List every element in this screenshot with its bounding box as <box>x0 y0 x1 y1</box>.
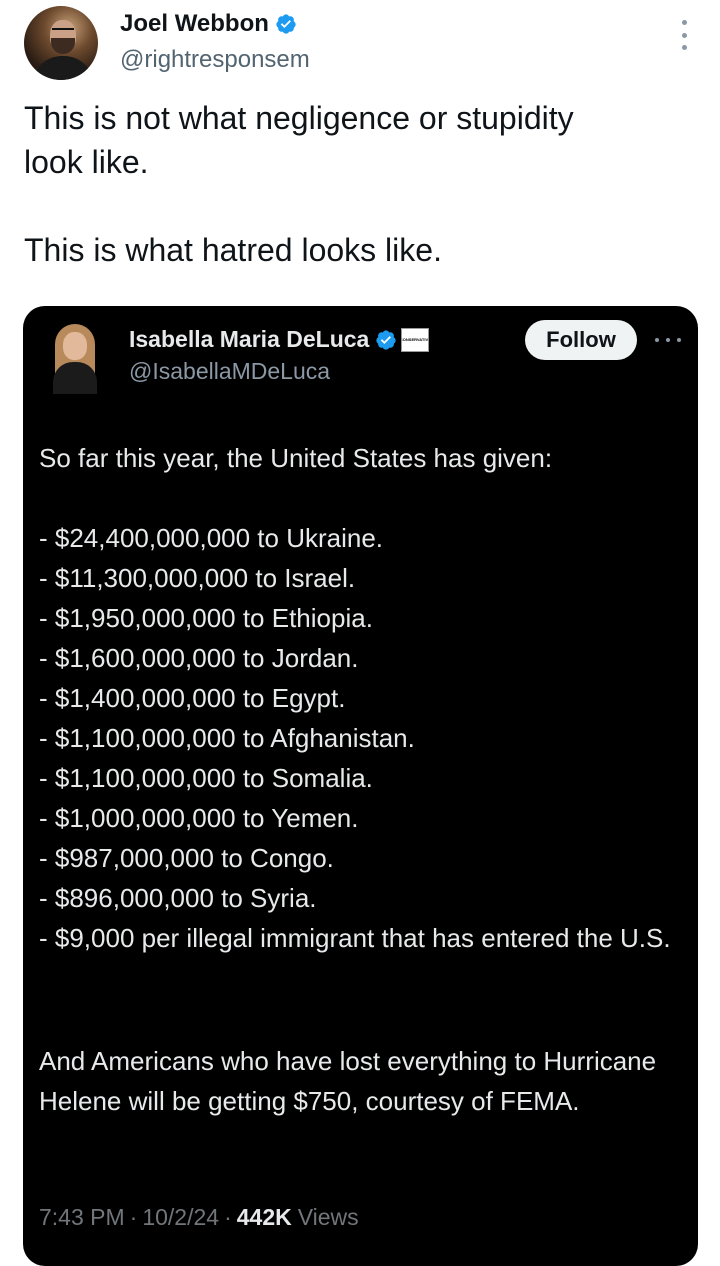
embedded-author-handle[interactable]: @IsabellaMDeLuca <box>129 358 330 385</box>
tweet-header: Joel Webbon @rightresponsem <box>24 6 696 86</box>
list-item: - $1,000,000,000 to Yemen. <box>39 803 359 833</box>
list-item: - $24,400,000,000 to Ukraine. <box>39 523 384 553</box>
verified-badge-icon <box>276 14 296 34</box>
verified-badge-icon <box>376 329 396 350</box>
meta-separator: · <box>129 1204 138 1230</box>
list-item: - $1,950,000,000 to Ethiopia. <box>39 603 373 633</box>
list-item: - $9,000 per illegal immigrant that has … <box>39 923 671 953</box>
post-time[interactable]: 7:43 PM <box>39 1204 125 1231</box>
list-item: - $1,600,000,000 to Jordan. <box>39 643 359 673</box>
tweet-text: This is not what negligence or stupidity… <box>24 100 574 268</box>
views-label: Views <box>297 1204 359 1230</box>
embedded-intro-text: So far this year, the United States has … <box>39 443 553 473</box>
more-options-icon[interactable] <box>655 338 681 344</box>
author-handle[interactable]: @rightresponsem <box>120 46 310 74</box>
views-count: 442K <box>236 1204 292 1230</box>
embedded-author-name-row: Isabella Maria DeLuca CONSERVATIVE <box>129 326 430 353</box>
follow-button[interactable]: Follow <box>525 320 637 360</box>
affiliation-badge: CONSERVATIVE <box>401 327 430 352</box>
list-item: - $896,000,000 to Syria. <box>39 883 317 913</box>
list-item: - $1,100,000,000 to Somalia. <box>39 763 373 793</box>
list-item: - $1,100,000,000 to Afghanistan. <box>39 723 415 753</box>
post-date[interactable]: 10/2/24 <box>142 1204 219 1231</box>
author-name-row: Joel Webbon <box>120 10 297 38</box>
more-options-icon[interactable] <box>680 20 688 50</box>
embedded-author-display-name[interactable]: Isabella Maria DeLuca <box>129 326 369 353</box>
post-metadata: 7:43 PM · 10/2/24 · 442K Views <box>39 1204 359 1231</box>
list-item: - $1,400,000,000 to Egypt. <box>39 683 346 713</box>
list-item: - $987,000,000 to Congo. <box>39 843 334 873</box>
funding-list: - $24,400,000,000 to Ukraine. - $11,300,… <box>39 518 684 958</box>
author-display-name[interactable]: Joel Webbon <box>120 10 269 38</box>
embedded-author-avatar[interactable] <box>45 322 109 394</box>
list-item: - $11,300,000,000 to Israel. <box>39 563 356 593</box>
meta-separator: · <box>224 1204 232 1230</box>
author-avatar[interactable] <box>24 6 98 80</box>
embedded-post[interactable]: Isabella Maria DeLuca CONSERVATIVE @Isab… <box>23 306 698 1266</box>
embedded-closing-text: And Americans who have lost everything t… <box>39 1046 657 1116</box>
